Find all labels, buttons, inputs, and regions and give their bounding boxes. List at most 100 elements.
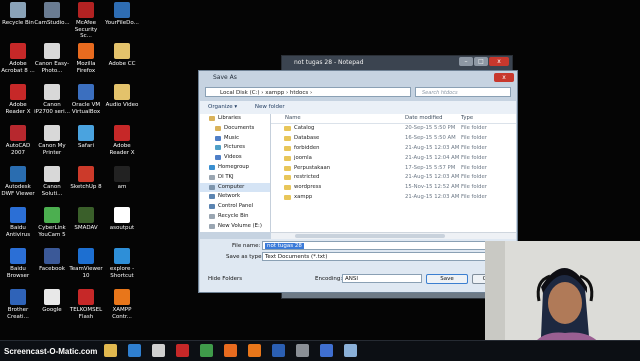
desktop-icon[interactable]: explore - Shortcut xyxy=(104,248,140,279)
save-form: File name: not tugas 28 Save as type: Te… xyxy=(200,239,516,292)
desktop-app-icon xyxy=(10,207,26,223)
taskbar-recorder-icon[interactable] xyxy=(320,344,333,357)
desktop-icon[interactable]: Adobe CC xyxy=(104,43,140,68)
file-type: File folder xyxy=(461,144,487,151)
desktop-icon-label: Autodesk DWF Viewer xyxy=(1,184,35,197)
taskbar-notepad-icon[interactable] xyxy=(344,344,357,357)
desktop-icon[interactable]: Facebook xyxy=(34,248,70,273)
file-name-field[interactable]: not tugas 28 xyxy=(262,241,512,250)
file-list[interactable]: Name Date modified Type Catalog 20-Sep-15… xyxy=(271,114,516,232)
nav-item[interactable]: Control Panel xyxy=(200,202,270,212)
desktop-icon[interactable]: Recycle Bin xyxy=(0,2,36,27)
file-row[interactable]: forbidden 21-Aug-15 12:03 AM File folder xyxy=(271,144,516,154)
desktop-icon[interactable]: Mozilla Firefox xyxy=(68,43,104,74)
new-folder-button[interactable]: New folder xyxy=(255,104,285,110)
desktop-icon[interactable]: AutoCAD 2007 xyxy=(0,125,36,156)
desktop-icon[interactable]: McAfee Security Sc... xyxy=(68,2,104,40)
desktop-icon[interactable]: XAMPP Contr... xyxy=(104,289,140,320)
minimize-button[interactable]: – xyxy=(459,57,473,66)
desktop-icon[interactable]: Adobe Acrobat 8 ... xyxy=(0,43,36,74)
save-type-select[interactable]: Text Documents (*.txt) xyxy=(262,252,512,261)
encoding-label: Encoding: xyxy=(315,276,343,282)
taskbar-media-player-icon[interactable] xyxy=(128,344,141,357)
desktop-icon[interactable]: SMADAV xyxy=(68,207,104,232)
file-row[interactable]: Database 16-Sep-15 5:50 AM File folder xyxy=(271,134,516,144)
desktop-icon[interactable]: Canon iP2700 seri... xyxy=(34,84,70,115)
nav-item[interactable]: New Volume (E:) xyxy=(200,222,270,232)
scroll-thumb[interactable] xyxy=(295,234,445,238)
save-button[interactable]: Save xyxy=(426,274,468,284)
save-as-dialog[interactable]: Save As x Local Disk (C:) › xampp › htdo… xyxy=(198,70,518,293)
save-dialog-close-button[interactable]: x xyxy=(494,73,514,82)
desktop-icon-label: CamStudio... xyxy=(34,20,70,26)
desktop-icon[interactable]: Baidu Browser xyxy=(0,248,36,279)
nav-item[interactable]: Homegroup xyxy=(200,163,270,173)
file-row[interactable]: Perpustakaan 17-Sep-15 5:57 PM File folder xyxy=(271,164,516,174)
desktop-icon[interactable]: Brother Creati... xyxy=(0,289,36,320)
nav-item[interactable]: Network xyxy=(200,192,270,202)
file-date: 16-Sep-15 5:50 AM xyxy=(405,134,456,141)
desktop-icon-label: Adobe Reader X xyxy=(5,102,31,115)
file-row[interactable]: restricted 21-Aug-15 12:03 AM File folder xyxy=(271,173,516,183)
taskbar-chrome-icon[interactable] xyxy=(200,344,213,357)
taskbar-firefox-icon[interactable] xyxy=(224,344,237,357)
desktop-icon[interactable]: TELKOMSEL Flash xyxy=(68,289,104,320)
desktop-icon[interactable]: Baidu Antivirus xyxy=(0,207,36,238)
file-name: Database xyxy=(294,134,320,141)
taskbar-tool-icon[interactable] xyxy=(296,344,309,357)
nav-item[interactable]: Computer xyxy=(200,182,270,193)
desktop-icon[interactable]: Oracle VM VirtualBox xyxy=(68,84,104,115)
address-bar[interactable]: Local Disk (C:) › xampp › htdocs › xyxy=(205,87,411,97)
desktop-icon[interactable]: Google xyxy=(34,289,70,314)
nav-item[interactable]: Recycle Bin xyxy=(200,212,270,222)
taskbar-explorer-icon[interactable] xyxy=(104,344,117,357)
organize-button[interactable]: Organize ▾ xyxy=(208,104,237,110)
nav-item-icon xyxy=(215,135,221,141)
taskbar-word-icon[interactable] xyxy=(272,344,285,357)
desktop-icon[interactable]: Adobe Reader X xyxy=(0,84,36,115)
file-row[interactable]: joomla 21-Aug-15 12:04 AM File folder xyxy=(271,154,516,164)
encoding-select[interactable]: ANSI xyxy=(342,274,422,283)
desktop-icon[interactable]: am xyxy=(104,166,140,191)
desktop-icon[interactable]: Canon Easy-Photo... xyxy=(34,43,70,74)
desktop-icon[interactable]: YourFileDo... xyxy=(104,2,140,27)
maximize-button[interactable]: □ xyxy=(474,57,488,66)
desktop-icon[interactable]: Canon Soluti... xyxy=(34,166,70,197)
hide-folders-toggle[interactable]: Hide Folders xyxy=(208,276,242,282)
nav-item[interactable]: DI TKJ xyxy=(200,173,270,183)
desktop-icon[interactable]: SketchUp 8 xyxy=(68,166,104,191)
taskbar-film-icon[interactable] xyxy=(152,344,165,357)
nav-item[interactable]: Music xyxy=(200,134,270,144)
desktop-icon[interactable]: Safari xyxy=(68,125,104,150)
nav-item[interactable]: Documents xyxy=(200,124,270,134)
taskbar-acrobat-icon[interactable] xyxy=(176,344,189,357)
notepad-close-button[interactable]: x xyxy=(489,57,509,66)
desktop-app-icon xyxy=(44,248,60,264)
column-type[interactable]: Type xyxy=(461,114,473,123)
nav-item[interactable]: Pictures xyxy=(200,143,270,153)
desktop-icon-label: Recycle Bin xyxy=(2,20,34,26)
nav-item[interactable]: Libraries xyxy=(200,114,270,124)
nav-item[interactable]: Videos xyxy=(200,153,270,163)
search-input[interactable]: Search htdocs xyxy=(415,87,511,97)
desktop-app-icon xyxy=(114,248,130,264)
desktop-icon[interactable]: asoutput xyxy=(104,207,140,232)
desktop-icon[interactable]: CyberLink YouCam 5 xyxy=(34,207,70,238)
nav-item-label: Network xyxy=(218,193,241,200)
desktop-icon[interactable]: TeamViewer 10 xyxy=(68,248,104,279)
nav-item-icon xyxy=(209,213,215,219)
desktop-icon[interactable]: Canon My Printer xyxy=(34,125,70,156)
column-date[interactable]: Date modified xyxy=(405,114,443,123)
column-name[interactable]: Name xyxy=(285,114,301,123)
file-row[interactable]: Catalog 20-Sep-15 5:50 PM File folder xyxy=(271,124,516,134)
navigation-pane[interactable]: Libraries Documents Music Pictures Videos Hom… xyxy=(200,114,271,232)
desktop-app-icon xyxy=(44,289,60,305)
desktop-icon[interactable]: Autodesk DWF Viewer xyxy=(0,166,36,197)
desktop-icon[interactable]: Adobe Reader X xyxy=(104,125,140,156)
desktop-icon[interactable]: CamStudio... xyxy=(34,2,70,27)
desktop-icon-label: Google xyxy=(42,307,62,313)
file-row[interactable]: xampp 21-Aug-15 12:03 AM File folder xyxy=(271,193,516,203)
file-row[interactable]: wordpress 15-Nov-15 12:52 AM File folder xyxy=(271,183,516,193)
taskbar-xampp-icon[interactable] xyxy=(248,344,261,357)
desktop-icon[interactable]: Audio Video xyxy=(104,84,140,109)
